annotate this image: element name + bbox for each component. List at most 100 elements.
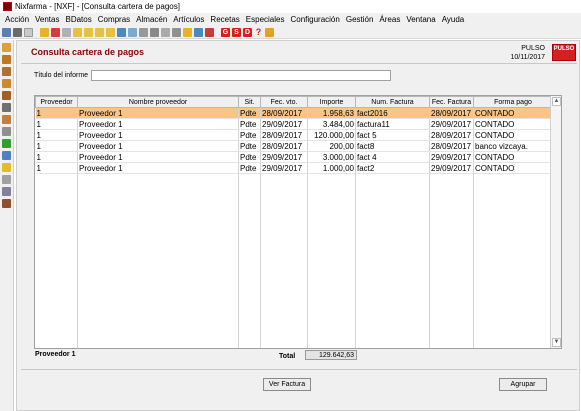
col-fec-vto[interactable]: Fec. vto. (260, 96, 308, 108)
ver-factura-button[interactable]: Ver Factura (263, 378, 311, 391)
menu-compras[interactable]: Compras (95, 15, 133, 24)
agrupar-button[interactable]: Agrupar (499, 378, 547, 391)
last-record-icon[interactable] (106, 27, 115, 37)
cell-importe: 120.000,00 (307, 129, 356, 141)
grid-empty-area (35, 168, 552, 348)
find-icon[interactable] (150, 27, 159, 37)
col-forma-pago[interactable]: Forma pago (473, 96, 553, 108)
cell-proveedor: 1 (35, 118, 78, 130)
d-icon[interactable]: D (243, 27, 252, 37)
plus-icon[interactable] (2, 139, 11, 148)
export-folder-icon[interactable] (183, 27, 192, 37)
delete-icon[interactable] (51, 27, 60, 37)
menu-especiales[interactable]: Especiales (243, 15, 288, 24)
cell-fec-vto: 28/09/2017 (260, 129, 308, 141)
cell-proveedor: 1 (35, 107, 78, 119)
cell-sit: Pdte (238, 118, 261, 130)
print-icon[interactable] (62, 27, 71, 37)
cell-importe: 3.000,00 (307, 151, 356, 163)
calc-icon[interactable] (194, 27, 203, 37)
list-icon[interactable] (2, 127, 11, 136)
vertical-scrollbar[interactable]: ▲ ▼ (550, 96, 561, 348)
page-title: Consulta cartera de pagos (31, 47, 145, 57)
exit-icon[interactable] (205, 27, 214, 37)
total-value: 129.642,63 (305, 350, 357, 360)
next-record-icon[interactable] (95, 27, 104, 37)
col-nombre-proveedor[interactable]: Nombre proveedor (77, 96, 239, 108)
barcode-icon[interactable] (2, 199, 11, 208)
cell-fec-vto: 29/09/2017 (260, 118, 308, 130)
pagos-table: Proveedor Nombre proveedor Sit. Fec. vto… (35, 96, 553, 174)
menu-accion[interactable]: Acción (2, 15, 32, 24)
cell-proveedor: 1 (35, 140, 78, 152)
menu-gestion[interactable]: Gestión (343, 15, 377, 24)
query-icon[interactable] (117, 27, 126, 37)
menu-areas[interactable]: Áreas (376, 15, 403, 24)
scroll-up-icon[interactable]: ▲ (552, 97, 561, 106)
divider (21, 63, 577, 64)
users-icon[interactable] (2, 175, 11, 184)
col-num-factura[interactable]: Num. Factura (355, 96, 430, 108)
window-title: Nixfarma - [NXF] - [Consulta cartera de … (15, 2, 180, 11)
cell-sit: Pdte (238, 129, 261, 141)
client-icon[interactable] (2, 67, 11, 76)
warning-icon[interactable] (2, 163, 11, 172)
cell-sit: Pdte (238, 107, 261, 119)
cell-forma-pago: CONTADO (473, 107, 553, 119)
cell-num-factura: factura11 (355, 118, 430, 130)
document-icon[interactable] (24, 27, 33, 37)
s-icon[interactable]: S (232, 27, 241, 37)
stop-icon[interactable] (172, 27, 181, 37)
folder-icon[interactable] (40, 27, 49, 37)
sales-icon[interactable] (2, 43, 11, 52)
col-proveedor[interactable]: Proveedor (35, 96, 78, 108)
refresh-icon[interactable] (2, 151, 11, 160)
prev-record-icon[interactable] (84, 27, 93, 37)
menu-ventana[interactable]: Ventana (403, 15, 438, 24)
col-fec-factura[interactable]: Fec. Factura (429, 96, 474, 108)
cell-num-factura: fact8 (355, 140, 430, 152)
table-row[interactable]: 1 Proveedor 1 Pdte 28/09/2017 200,00 fac… (35, 140, 553, 152)
informe-title-input[interactable] (91, 70, 391, 81)
cell-importe: 200,00 (307, 140, 356, 152)
cell-nombre: Proveedor 1 (77, 118, 239, 130)
receipt-icon[interactable] (2, 115, 11, 124)
cash-icon[interactable] (2, 55, 11, 64)
cell-nombre: Proveedor 1 (77, 140, 239, 152)
menu-articulos[interactable]: Artículos (170, 15, 207, 24)
cell-sit: Pdte (238, 140, 261, 152)
table-row[interactable]: 1 Proveedor 1 Pdte 29/09/2017 3.484,00 f… (35, 118, 553, 130)
consulta-panel: Consulta cartera de pagos PULSO 10/11/20… (16, 40, 580, 411)
help-icon[interactable]: ? (254, 27, 263, 37)
export-icon[interactable] (128, 27, 137, 37)
scroll-down-icon[interactable]: ▼ (552, 338, 561, 347)
grid-icon[interactable] (2, 187, 11, 196)
cell-forma-pago: CONTADO (473, 129, 553, 141)
g-icon[interactable]: G (221, 27, 230, 37)
col-sit[interactable]: Sit. (238, 96, 261, 108)
col-importe[interactable]: Importe (307, 96, 356, 108)
new-icon[interactable] (2, 27, 11, 37)
cell-fec-vto: 28/09/2017 (260, 140, 308, 152)
first-record-icon[interactable] (73, 27, 82, 37)
stock-icon[interactable] (2, 91, 11, 100)
attach-icon[interactable] (139, 27, 148, 37)
cell-proveedor: 1 (35, 129, 78, 141)
cell-forma-pago: banco vizcaya. (473, 140, 553, 152)
edit-icon[interactable] (2, 103, 11, 112)
save-icon[interactable] (13, 27, 22, 37)
tools-icon[interactable] (161, 27, 170, 37)
table-row[interactable]: 1 Proveedor 1 Pdte 28/09/2017 1.958,63 f… (35, 107, 553, 119)
orders-icon[interactable] (2, 79, 11, 88)
menu-configuracion[interactable]: Configuración (287, 15, 342, 24)
home-icon[interactable] (265, 27, 274, 37)
cell-nombre: Proveedor 1 (77, 129, 239, 141)
menu-almacen[interactable]: Almacén (133, 15, 170, 24)
menu-recetas[interactable]: Recetas (207, 15, 242, 24)
menu-ayuda[interactable]: Ayuda (439, 15, 468, 24)
menu-ventas[interactable]: Ventas (32, 15, 62, 24)
menu-bdatos[interactable]: BDatos (62, 15, 94, 24)
table-row[interactable]: 1 Proveedor 1 Pdte 28/09/2017 120.000,00… (35, 129, 553, 141)
table-row[interactable]: 1 Proveedor 1 Pdte 29/09/2017 3.000,00 f… (35, 151, 553, 163)
menu-bar: Acción Ventas BDatos Compras Almacén Art… (0, 13, 581, 26)
